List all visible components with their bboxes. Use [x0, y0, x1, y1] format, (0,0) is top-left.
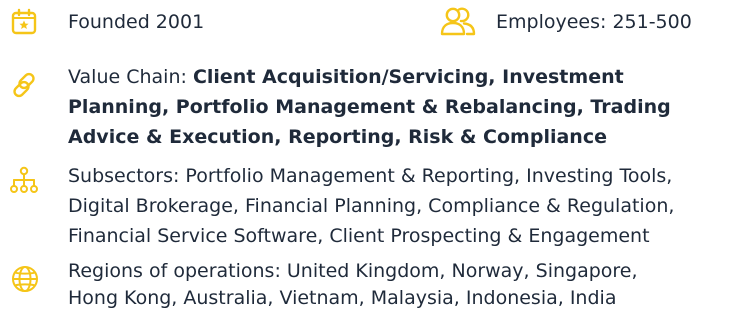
founded-text: Founded 2001: [68, 11, 205, 33]
subsectors-line2: Digital Brokerage, Financial Planning, C…: [68, 195, 675, 217]
regions-line1: Regions of operations: United Kingdom, N…: [68, 260, 638, 282]
org-chart-icon: [10, 166, 38, 193]
globe-icon: [12, 266, 38, 292]
value-chain-label: Value Chain:: [68, 66, 193, 88]
value-chain-line2: Planning, Portfolio Management & Rebalan…: [68, 96, 671, 118]
subsectors-line1: Subsectors: Portfolio Management & Repor…: [68, 165, 673, 187]
regions-line2: Hong Kong, Australia, Vietnam, Malaysia,…: [68, 287, 617, 309]
value-chain-line3: Advice & Execution, Reporting, Risk & Co…: [68, 126, 607, 148]
link-icon: [13, 72, 35, 98]
value-chain-value-1: Client Acquisition/Servicing, Investment: [192, 66, 624, 88]
value-chain-line1: Value Chain: Client Acquisition/Servicin…: [68, 64, 624, 90]
employees-text: Employees: 251-500: [496, 11, 692, 33]
people-icon: [440, 7, 476, 36]
calendar-star-icon: [11, 8, 37, 35]
subsectors-line3: Financial Service Software, Client Prosp…: [68, 225, 650, 247]
